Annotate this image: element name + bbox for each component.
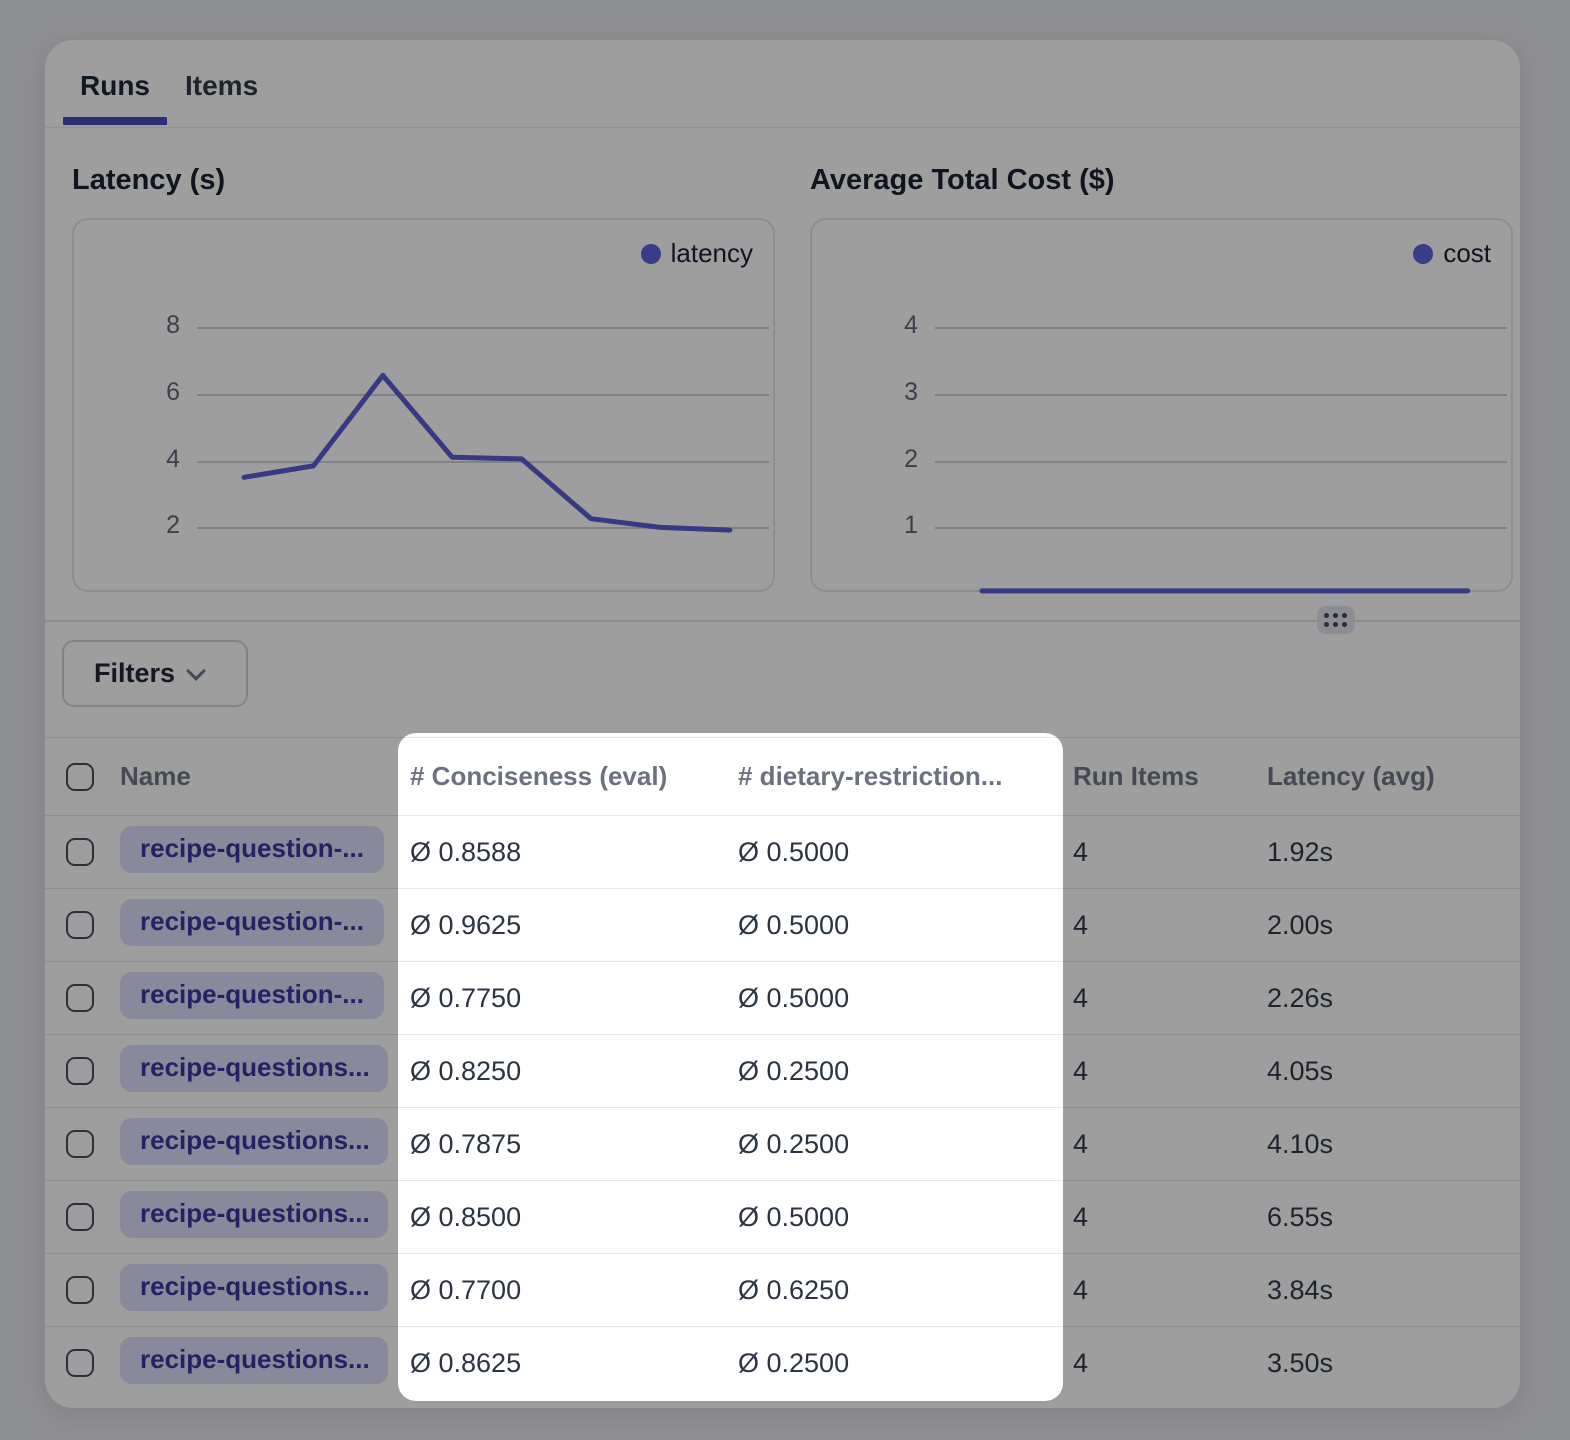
runs-panel: Runs Items Latency (s) Average Total Cos…	[45, 40, 1520, 1408]
dietary-restriction-value: Ø 0.2500	[738, 1129, 1073, 1160]
dietary-restriction-value: Ø 0.5000	[738, 1202, 1073, 1233]
run-name-badge[interactable]: recipe-question-...	[120, 972, 384, 1019]
run-name-badge[interactable]: recipe-question-...	[120, 899, 384, 946]
conciseness-value: Ø 0.8250	[410, 1056, 738, 1087]
table-row[interactable]: recipe-questions... Ø 0.7700 Ø 0.6250 4 …	[45, 1253, 1520, 1326]
conciseness-value: Ø 0.8500	[410, 1202, 738, 1233]
active-tab-indicator	[63, 117, 167, 125]
row-checkbox[interactable]	[66, 1203, 94, 1231]
conciseness-value: Ø 0.7750	[410, 983, 738, 1014]
latency-legend-label: latency	[671, 238, 753, 269]
latency-chart-title: Latency (s)	[72, 164, 225, 197]
dietary-restriction-value: Ø 0.5000	[738, 837, 1073, 868]
column-header-run-items: Run Items	[1073, 761, 1267, 792]
table-row[interactable]: recipe-question-... Ø 0.7750 Ø 0.5000 4 …	[45, 961, 1520, 1034]
tab-runs[interactable]: Runs	[80, 70, 150, 102]
run-name-badge[interactable]: recipe-questions...	[120, 1264, 388, 1311]
column-header-dietary-restriction: # dietary-restriction...	[738, 761, 1073, 792]
section-divider	[45, 620, 1520, 622]
runs-table: Name # Conciseness (eval) # dietary-rest…	[45, 737, 1520, 1399]
run-items-value: 4	[1073, 910, 1267, 941]
page: { "tabs": { "runs": "Runs", "items": "It…	[0, 0, 1570, 1440]
cost-legend-label: cost	[1443, 238, 1491, 269]
conciseness-value: Ø 0.8625	[410, 1348, 738, 1379]
latency-avg-value: 3.50s	[1267, 1348, 1520, 1379]
conciseness-value: Ø 0.7875	[410, 1129, 738, 1160]
column-header-name: Name	[120, 761, 410, 792]
run-items-value: 4	[1073, 1129, 1267, 1160]
row-checkbox[interactable]	[66, 1130, 94, 1158]
latency-line-chart	[74, 220, 777, 594]
latency-avg-value: 6.55s	[1267, 1202, 1520, 1233]
dietary-restriction-value: Ø 0.5000	[738, 910, 1073, 941]
cost-chart: cost 4321	[810, 218, 1513, 592]
run-items-value: 4	[1073, 837, 1267, 868]
latency-legend: latency	[641, 238, 753, 269]
run-items-value: 4	[1073, 1275, 1267, 1306]
row-checkbox[interactable]	[66, 984, 94, 1012]
tab-items[interactable]: Items	[185, 70, 258, 102]
run-name-badge[interactable]: recipe-question-...	[120, 826, 384, 873]
cost-legend: cost	[1413, 238, 1491, 269]
run-items-value: 4	[1073, 1348, 1267, 1379]
table-row[interactable]: recipe-questions... Ø 0.8625 Ø 0.2500 4 …	[45, 1326, 1520, 1399]
run-name-badge[interactable]: recipe-questions...	[120, 1191, 388, 1238]
tab-bar: Runs Items	[45, 40, 1520, 128]
table-row[interactable]: recipe-questions... Ø 0.8250 Ø 0.2500 4 …	[45, 1034, 1520, 1107]
row-checkbox[interactable]	[66, 838, 94, 866]
cost-chart-title: Average Total Cost ($)	[810, 164, 1115, 197]
dietary-restriction-value: Ø 0.5000	[738, 983, 1073, 1014]
dietary-restriction-value: Ø 0.2500	[738, 1056, 1073, 1087]
table-row[interactable]: recipe-questions... Ø 0.7875 Ø 0.2500 4 …	[45, 1107, 1520, 1180]
filters-button-label: Filters	[94, 658, 175, 689]
row-checkbox[interactable]	[66, 911, 94, 939]
table-row[interactable]: recipe-question-... Ø 0.8588 Ø 0.5000 4 …	[45, 815, 1520, 888]
column-header-latency-avg: Latency (avg)	[1267, 761, 1520, 792]
filters-button[interactable]: Filters	[62, 640, 248, 707]
latency-avg-value: 3.84s	[1267, 1275, 1520, 1306]
row-checkbox[interactable]	[66, 1276, 94, 1304]
dietary-restriction-value: Ø 0.2500	[738, 1348, 1073, 1379]
grip-dots-icon	[1324, 613, 1348, 628]
resize-grip-handle[interactable]	[1317, 606, 1355, 634]
run-name-badge[interactable]: recipe-questions...	[120, 1118, 388, 1165]
table-row[interactable]: recipe-question-... Ø 0.9625 Ø 0.5000 4 …	[45, 888, 1520, 961]
conciseness-value: Ø 0.8588	[410, 837, 738, 868]
table-row[interactable]: recipe-questions... Ø 0.8500 Ø 0.5000 4 …	[45, 1180, 1520, 1253]
latency-avg-value: 2.00s	[1267, 910, 1520, 941]
latency-avg-value: 4.05s	[1267, 1056, 1520, 1087]
latency-chart: latency 8642	[72, 218, 775, 592]
row-checkbox[interactable]	[66, 1349, 94, 1377]
conciseness-value: Ø 0.9625	[410, 910, 738, 941]
table-header-row: Name # Conciseness (eval) # dietary-rest…	[45, 737, 1520, 815]
latency-avg-value: 4.10s	[1267, 1129, 1520, 1160]
run-items-value: 4	[1073, 1056, 1267, 1087]
latency-legend-dot-icon	[641, 244, 661, 264]
conciseness-value: Ø 0.7700	[410, 1275, 738, 1306]
latency-avg-value: 1.92s	[1267, 837, 1520, 868]
dietary-restriction-value: Ø 0.6250	[738, 1275, 1073, 1306]
chevron-down-icon	[186, 661, 206, 681]
run-name-badge[interactable]: recipe-questions...	[120, 1337, 388, 1384]
latency-avg-value: 2.26s	[1267, 983, 1520, 1014]
run-name-badge[interactable]: recipe-questions...	[120, 1045, 388, 1092]
cost-legend-dot-icon	[1413, 244, 1433, 264]
cost-line-chart	[812, 220, 1515, 594]
select-all-checkbox[interactable]	[66, 763, 94, 791]
run-items-value: 4	[1073, 983, 1267, 1014]
row-checkbox[interactable]	[66, 1057, 94, 1085]
column-header-conciseness: # Conciseness (eval)	[410, 761, 738, 792]
run-items-value: 4	[1073, 1202, 1267, 1233]
